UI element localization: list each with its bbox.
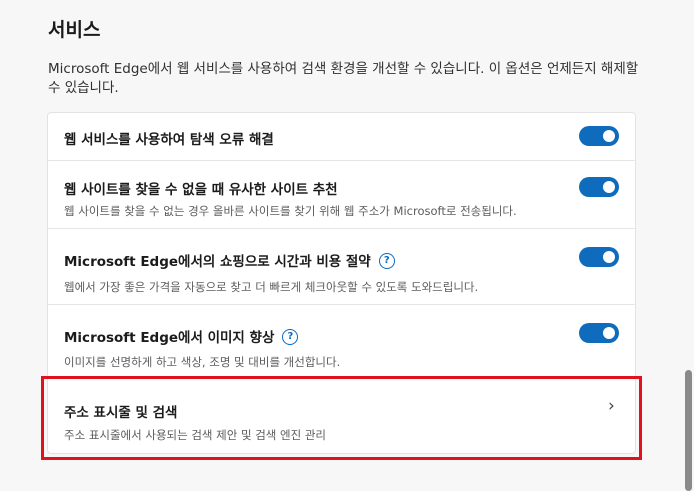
- similar-sites-toggle[interactable]: [579, 177, 619, 197]
- setting-description: 웹에서 가장 좋은 가격을 자동으로 찾고 더 빠르게 체크아웃할 수 있도록 …: [64, 280, 479, 294]
- setting-title: Microsoft Edge에서 이미지 향상?: [64, 326, 299, 346]
- setting-row-shopping: Microsoft Edge에서의 쇼핑으로 시간과 비용 절약? 웹에서 가장…: [48, 228, 635, 304]
- highlight-box: [41, 376, 642, 460]
- setting-row-image-enhance: Microsoft Edge에서 이미지 향상? 이미지를 선명하게 하고 색상…: [48, 304, 635, 378]
- setting-row-similar-sites: 웹 사이트를 찾을 수 없을 때 유사한 사이트 추천 웹 사이트를 찾을 수 …: [48, 160, 635, 228]
- setting-description: 웹 사이트를 찾을 수 없는 경우 올바른 사이트를 찾기 위해 웹 주소가 M…: [64, 204, 517, 218]
- setting-title: Microsoft Edge에서의 쇼핑으로 시간과 비용 절약?: [64, 250, 395, 270]
- question-circle-icon[interactable]: ?: [378, 253, 395, 269]
- image-enhance-toggle[interactable]: [579, 323, 619, 343]
- question-circle-icon[interactable]: ?: [282, 329, 299, 345]
- scrollbar-thumb[interactable]: [685, 370, 692, 491]
- setting-description: 이미지를 선명하게 하고 색상, 조명 및 대비를 개선합니다.: [64, 355, 341, 369]
- section-intro: Microsoft Edge에서 웹 서비스를 사용하여 검색 환경을 개선할 …: [48, 61, 639, 96]
- section-heading: 서비스: [48, 19, 101, 41]
- setting-row-nav-errors: 웹 서비스를 사용하여 탐색 오류 해결: [48, 113, 635, 160]
- shopping-toggle[interactable]: [579, 247, 619, 267]
- nav-errors-toggle[interactable]: [579, 126, 619, 146]
- setting-title-text: Microsoft Edge에서의 쇼핑으로 시간과 비용 절약: [64, 254, 371, 270]
- setting-title: 웹 사이트를 찾을 수 없을 때 유사한 사이트 추천: [64, 182, 338, 198]
- setting-title: 웹 서비스를 사용하여 탐색 오류 해결: [64, 132, 274, 148]
- setting-title-text: Microsoft Edge에서 이미지 향상: [64, 330, 275, 346]
- settings-page: 서비스 Microsoft Edge에서 웹 서비스를 사용하여 검색 환경을 …: [0, 0, 694, 491]
